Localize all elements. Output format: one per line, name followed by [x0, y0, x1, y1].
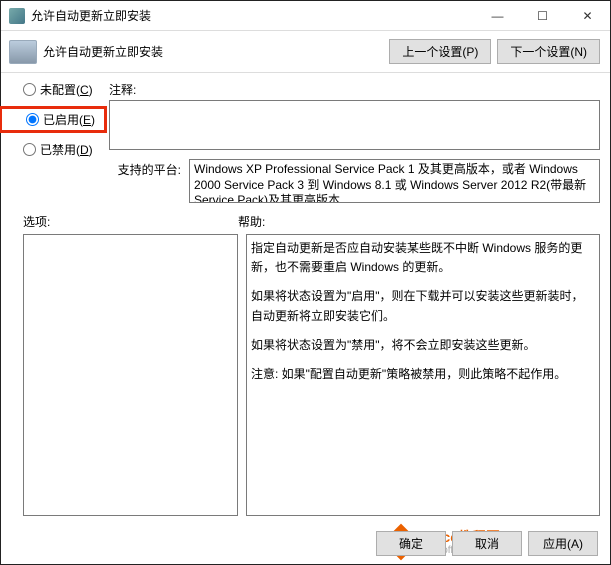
supported-on-label: 支持的平台: — [109, 159, 181, 178]
policy-icon — [9, 40, 37, 64]
radio-enabled[interactable]: 已启用(E) — [26, 111, 96, 128]
radio-not-configured[interactable]: 未配置(C) — [23, 81, 103, 98]
next-setting-button[interactable]: 下一个设置(N) — [497, 39, 600, 64]
radio-disabled[interactable]: 已禁用(D) — [23, 141, 103, 158]
cancel-button[interactable]: 取消 — [452, 531, 522, 556]
help-label: 帮助: — [238, 213, 600, 230]
state-radios: 未配置(C) 已启用(E) 已禁用(D) — [23, 81, 103, 168]
options-label: 选项: — [23, 213, 238, 230]
separator — [1, 72, 610, 73]
comment-input[interactable] — [109, 100, 600, 150]
options-pane[interactable] — [23, 234, 238, 516]
radio-not-configured-input[interactable] — [23, 83, 36, 96]
radio-enabled-input[interactable] — [26, 113, 39, 126]
close-button[interactable]: ✕ — [565, 1, 610, 31]
titlebar: 允许自动更新立即安装 — ☐ ✕ — [1, 1, 610, 31]
ok-button[interactable]: 确定 — [376, 531, 446, 556]
minimize-button[interactable]: — — [475, 1, 520, 31]
policy-title: 允许自动更新立即安装 — [43, 43, 389, 60]
maximize-button[interactable]: ☐ — [520, 1, 565, 31]
help-paragraph: 注意: 如果"配置自动更新"策略被禁用，则此策略不起作用。 — [251, 365, 595, 384]
apply-button[interactable]: 应用(A) — [528, 531, 598, 556]
supported-on-box[interactable]: Windows XP Professional Service Pack 1 及… — [189, 159, 600, 203]
radio-disabled-input[interactable] — [23, 143, 36, 156]
footer-buttons: 确定 取消 应用(A) — [376, 531, 598, 556]
prev-setting-button[interactable]: 上一个设置(P) — [389, 39, 491, 64]
help-paragraph: 如果将状态设置为"禁用"，将不会立即安装这些更新。 — [251, 336, 595, 355]
app-icon — [9, 8, 25, 24]
help-pane[interactable]: 指定自动更新是否应自动安装某些既不中断 Windows 服务的更新，也不需要重启… — [246, 234, 600, 516]
window-buttons: — ☐ ✕ — [475, 1, 610, 31]
highlight-box: 已启用(E) — [0, 106, 107, 133]
header: 允许自动更新立即安装 上一个设置(P) 下一个设置(N) — [1, 31, 610, 72]
comment-label: 注释: — [109, 81, 600, 98]
help-paragraph: 指定自动更新是否应自动安装某些既不中断 Windows 服务的更新，也不需要重启… — [251, 239, 595, 277]
help-paragraph: 如果将状态设置为"启用"，则在下载并可以安装这些更新装时，自动更新将立即安装它们… — [251, 287, 595, 325]
window-title: 允许自动更新立即安装 — [31, 7, 475, 24]
